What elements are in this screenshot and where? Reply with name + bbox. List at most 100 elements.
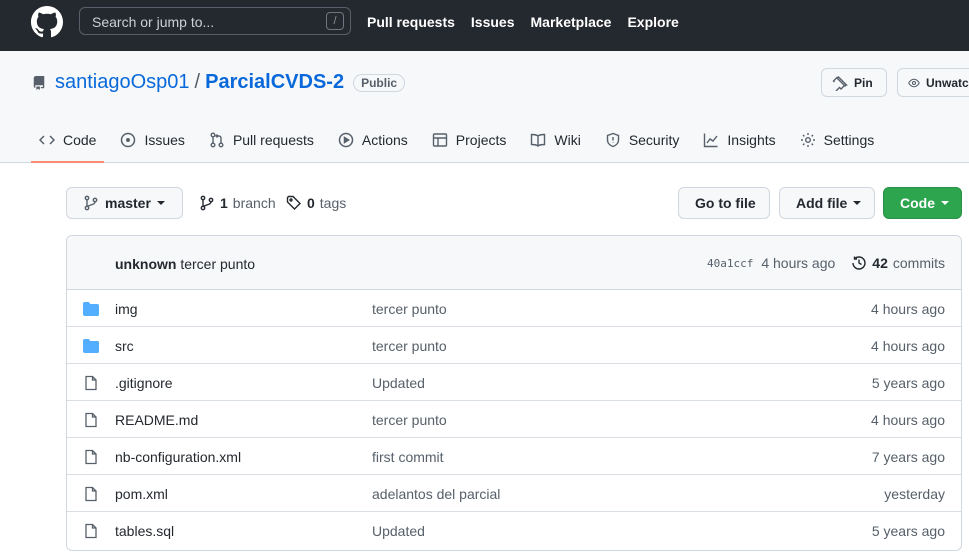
gear-icon [800, 133, 815, 147]
unwatch-label: Unwatch [925, 75, 969, 90]
unwatch-button[interactable]: Unwatch [897, 68, 969, 97]
branch-count-label: branch [232, 195, 276, 211]
file-name[interactable]: .gitignore [115, 375, 173, 391]
code-icon [39, 135, 55, 145]
github-logo-icon[interactable] [31, 6, 63, 38]
tab-label: Actions [361, 132, 408, 148]
pin-icon [832, 75, 848, 91]
tags-link[interactable]: 0 tags [286, 195, 346, 211]
chevron-down-icon [853, 201, 862, 205]
tab-pull-requests[interactable]: Pull requests [201, 117, 322, 163]
file-age: 4 hours ago [871, 301, 945, 317]
file-commit-message[interactable]: tercer punto [372, 338, 447, 354]
file-age: 7 years ago [871, 449, 945, 465]
play-icon [338, 132, 354, 148]
tab-insights[interactable]: Insights [695, 117, 783, 163]
nav-pull-requests[interactable]: Pull requests [367, 14, 455, 30]
table-icon [432, 133, 447, 147]
file-row[interactable]: .gitignore Updated 5 years ago [67, 364, 961, 401]
branch-icon [84, 195, 98, 211]
code-button[interactable]: Code [883, 187, 962, 219]
branches-link[interactable]: 1 branch [199, 195, 276, 211]
file-list: unknown tercer punto 40a1ccf 4 hours ago… [66, 235, 962, 551]
tab-code[interactable]: Code [31, 117, 105, 163]
tag-count: 0 [307, 195, 315, 211]
file-name[interactable]: README.md [115, 412, 198, 428]
file-commit-message[interactable]: tercer punto [372, 301, 447, 317]
file-name[interactable]: tables.sql [115, 523, 174, 539]
tab-label: Wiki [554, 132, 581, 148]
commit-count-label: commits [892, 255, 945, 271]
latest-commit-bar: unknown tercer punto 40a1ccf 4 hours ago… [67, 236, 961, 290]
issue-icon [121, 132, 136, 148]
folder-icon [83, 339, 99, 353]
tab-label: Projects [455, 132, 507, 148]
file-icon [85, 375, 97, 391]
tab-label: Issues [144, 132, 185, 148]
file-row[interactable]: pom.xml adelantos del parcial yesterday [67, 475, 961, 512]
file-row[interactable]: src tercer punto 4 hours ago [67, 327, 961, 364]
commit-author[interactable]: unknown [115, 256, 176, 272]
latest-commit-message: unknown tercer punto [115, 256, 255, 272]
repo-name-link[interactable]: ParcialCVDS-2 [205, 71, 344, 94]
file-name[interactable]: img [115, 301, 138, 317]
tab-label: Code [63, 132, 97, 148]
file-commit-message[interactable]: tercer punto [372, 412, 447, 428]
repo-title: santiagoOsp01 / ParcialCVDS-2 Public [55, 71, 406, 94]
commit-count: 42 [872, 255, 888, 271]
search-input[interactable]: Search or jump to... / [79, 7, 351, 35]
global-nav: Pull requests Issues Marketplace Explore [367, 14, 679, 30]
global-header: Search or jump to... / Pull requests Iss… [0, 0, 969, 51]
tab-label: Settings [823, 132, 875, 148]
repo-owner-link[interactable]: santiagoOsp01 [55, 71, 190, 94]
tab-actions[interactable]: Actions [330, 117, 416, 163]
pin-button[interactable]: Pin [821, 68, 887, 97]
file-name[interactable]: nb-configuration.xml [115, 449, 241, 465]
file-commit-message[interactable]: first commit [372, 449, 444, 465]
nav-issues[interactable]: Issues [471, 14, 515, 30]
repo-tabs: Code Issues Pull requests Actions Projec… [31, 117, 890, 163]
go-to-file-button[interactable]: Go to file [678, 187, 770, 219]
file-row[interactable]: nb-configuration.xml first commit 7 year… [67, 438, 961, 475]
tab-wiki[interactable]: Wiki [522, 117, 588, 163]
file-row[interactable]: README.md tercer punto 4 hours ago [67, 401, 961, 438]
file-row[interactable]: tables.sql Updated 5 years ago [67, 512, 961, 549]
shield-icon [606, 132, 620, 148]
go-to-file-label: Go to file [695, 195, 756, 211]
commit-text[interactable]: tercer punto [180, 256, 255, 272]
add-file-button[interactable]: Add file [779, 187, 875, 219]
tab-issues[interactable]: Issues [112, 117, 192, 163]
tab-label: Security [628, 132, 680, 148]
file-age: 5 years ago [871, 375, 945, 391]
file-icon [85, 523, 97, 539]
nav-marketplace[interactable]: Marketplace [531, 14, 612, 30]
branch-name: master [105, 195, 151, 211]
commits-link[interactable]: 42 commits [851, 255, 945, 271]
search-placeholder: Search or jump to... [92, 14, 215, 30]
file-icon [85, 412, 97, 428]
repo-icon [33, 76, 45, 90]
file-name[interactable]: pom.xml [115, 486, 168, 502]
book-icon [531, 133, 546, 147]
file-age: 5 years ago [871, 523, 945, 539]
file-commit-message[interactable]: Updated [372, 375, 425, 391]
file-icon [85, 449, 97, 465]
file-commit-message[interactable]: adelantos del parcial [372, 486, 500, 502]
slash-shortcut-key: / [326, 12, 344, 30]
file-row[interactable]: img tercer punto 4 hours ago [67, 290, 961, 327]
file-icon [85, 486, 97, 502]
commit-sha[interactable]: 40a1ccf [707, 257, 753, 270]
branch-select-button[interactable]: master [66, 187, 183, 219]
graph-icon [704, 133, 718, 148]
eye-icon [908, 78, 920, 87]
nav-explore[interactable]: Explore [627, 14, 678, 30]
file-name[interactable]: src [115, 338, 134, 354]
repo-header: santiagoOsp01 / ParcialCVDS-2 Public Pin… [0, 51, 969, 163]
tab-security[interactable]: Security [597, 117, 688, 163]
tab-projects[interactable]: Projects [424, 117, 515, 163]
add-file-label: Add file [796, 195, 848, 211]
chevron-down-icon [156, 201, 165, 205]
file-commit-message[interactable]: Updated [372, 523, 425, 539]
tab-settings[interactable]: Settings [792, 117, 883, 163]
file-age: 4 hours ago [871, 412, 945, 428]
